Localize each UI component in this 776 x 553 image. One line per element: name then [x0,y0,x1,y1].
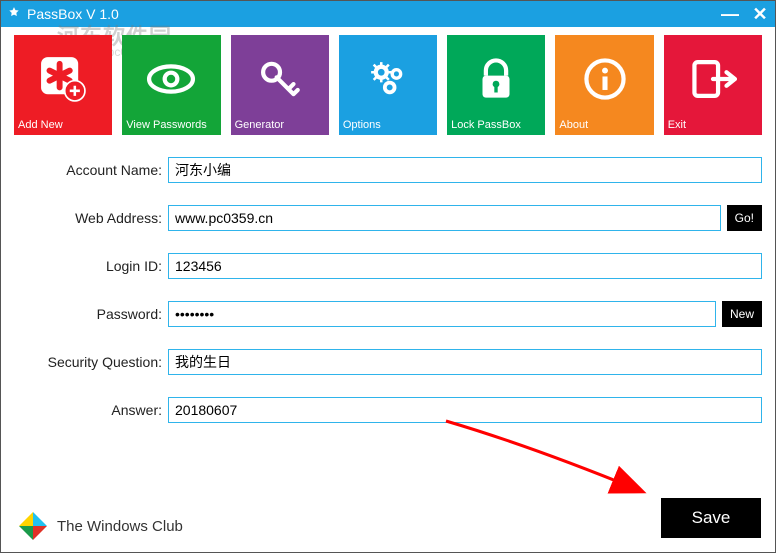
key-icon [253,52,307,106]
lock-passbox-tile[interactable]: Lock PassBox [447,35,545,135]
add-new-label: Add New [18,119,63,131]
about-tile[interactable]: About [555,35,653,135]
close-button[interactable]: ✕ [745,2,775,26]
login-id-label: Login ID: [14,258,162,274]
windows-club-icon [17,510,49,542]
titlebar: PassBox V 1.0 — ✕ [0,0,776,27]
options-tile[interactable]: Options [339,35,437,135]
window-controls: — ✕ [715,2,775,26]
login-id-row: Login ID: [14,253,762,279]
account-name-label: Account Name: [14,162,162,178]
security-question-row: Security Question: [14,349,762,375]
save-button[interactable]: Save [661,498,761,538]
exit-icon [686,52,740,106]
footer-brand-text: The Windows Club [57,518,183,535]
go-button[interactable]: Go! [727,205,762,231]
web-address-field[interactable] [168,205,721,231]
app-icon [7,6,27,23]
view-passwords-label: View Passwords [126,119,207,131]
add-new-tile[interactable]: Add New [14,35,112,135]
account-name-field[interactable] [168,157,762,183]
eye-icon [144,52,198,106]
annotation-arrow [441,416,681,526]
answer-row: Answer: [14,397,762,423]
generator-tile[interactable]: Generator [231,35,329,135]
asterisk-add-icon [36,52,90,106]
password-label: Password: [14,306,162,322]
generator-label: Generator [235,119,285,131]
view-passwords-tile[interactable]: View Passwords [122,35,220,135]
main-form: Account Name: Web Address: Go! Login ID:… [1,139,775,423]
web-address-label: Web Address: [14,210,162,226]
new-password-button[interactable]: New [722,301,762,327]
app-title: PassBox V 1.0 [27,6,715,22]
gears-icon [361,52,415,106]
login-id-field[interactable] [168,253,762,279]
tile-toolbar: Add New View Passwords Generator Options [1,27,775,139]
about-label: About [559,119,588,131]
minimize-button[interactable]: — [715,2,745,26]
footer-brand: The Windows Club [17,510,183,542]
answer-field[interactable] [168,397,762,423]
lock-passbox-label: Lock PassBox [451,119,521,131]
exit-label: Exit [668,119,686,131]
options-label: Options [343,119,381,131]
exit-tile[interactable]: Exit [664,35,762,135]
password-field[interactable] [168,301,716,327]
web-address-row: Web Address: Go! [14,205,762,231]
account-name-row: Account Name: [14,157,762,183]
password-row: Password: New [14,301,762,327]
info-icon [578,52,632,106]
security-question-label: Security Question: [14,354,162,370]
lock-icon [469,52,523,106]
answer-label: Answer: [14,402,162,418]
security-question-field[interactable] [168,349,762,375]
